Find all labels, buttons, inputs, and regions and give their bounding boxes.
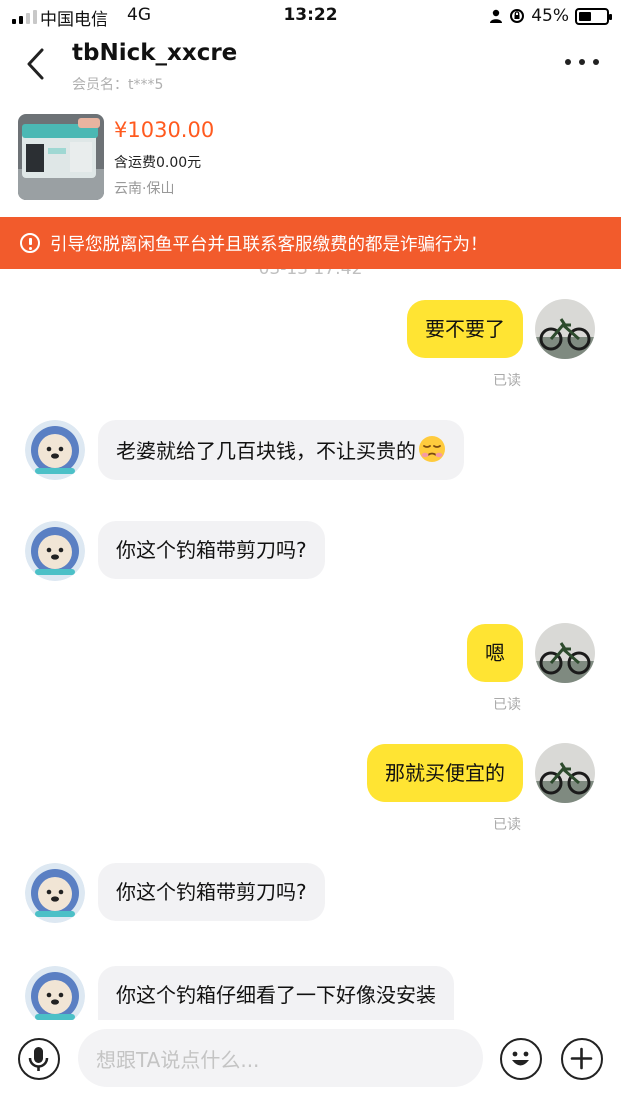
my-avatar[interactable] — [535, 743, 595, 803]
message-timestamp: 03-13 17:42 — [258, 269, 363, 279]
outgoing-message[interactable]: 要不要了 — [407, 300, 523, 358]
emoji-icon[interactable] — [500, 1038, 542, 1080]
contact-avatar[interactable] — [25, 966, 85, 1020]
outgoing-message[interactable]: 嗯 — [467, 624, 523, 682]
incoming-message[interactable]: 你这个钓箱仔细看了一下好像没安装 — [98, 966, 454, 1020]
product-thumbnail[interactable] — [18, 114, 104, 200]
status-bar: 中国电信 4G 13:22 45% — [0, 0, 621, 34]
person-icon — [490, 9, 503, 23]
contact-avatar[interactable] — [25, 420, 85, 480]
member-id: 会员名：t***5 — [72, 77, 164, 93]
product-location: 云南·保山 — [114, 181, 175, 197]
fraud-warning-banner: 引导您脱离闲鱼平台并且联系客服缴费的都是诈骗行为！ — [0, 217, 621, 269]
chat-messages[interactable]: 03-13 17:42 要不要了 已读 老婆就给了几百块钱，不让买贵的 你这个钓… — [0, 269, 621, 1020]
shipping-fee: 含运费0.00元 — [114, 155, 202, 171]
product-price: ¥1030.00 — [114, 118, 215, 142]
rotation-lock-icon — [510, 9, 525, 23]
my-avatar[interactable] — [535, 299, 595, 359]
chat-header: tbNick_xxcre 会员名：t***5 — [0, 34, 621, 100]
product-card[interactable]: ¥1030.00 含运费0.00元 云南·保山 — [0, 104, 621, 216]
pensive-face-icon — [419, 436, 445, 462]
my-avatar[interactable] — [535, 623, 595, 683]
message-input[interactable]: 想跟TA说点什么... — [78, 1029, 483, 1087]
contact-avatar[interactable] — [25, 863, 85, 923]
status-icons: 45% — [489, 6, 612, 26]
warning-text: 引导您脱离闲鱼平台并且联系客服缴费的都是诈骗行为！ — [50, 234, 488, 255]
incoming-message[interactable]: 老婆就给了几百块钱，不让买贵的 — [98, 420, 464, 480]
read-receipt: 已读 — [493, 817, 521, 833]
read-receipt: 已读 — [493, 373, 521, 389]
contact-avatar[interactable] — [25, 521, 85, 581]
outgoing-message[interactable]: 那就买便宜的 — [367, 744, 523, 802]
info-icon — [20, 233, 40, 253]
contact-name: tbNick_xxcre — [72, 40, 238, 66]
incoming-message[interactable]: 你这个钓箱带剪刀吗? — [98, 863, 325, 921]
voice-icon[interactable] — [18, 1038, 60, 1080]
battery-percent: 45% — [531, 6, 569, 26]
more-dots-icon[interactable] — [565, 52, 599, 72]
read-receipt: 已读 — [493, 697, 521, 713]
add-icon[interactable] — [561, 1038, 603, 1080]
incoming-message[interactable]: 你这个钓箱带剪刀吗? — [98, 521, 325, 579]
message-input-bar: 想跟TA说点什么... — [0, 1020, 621, 1104]
back-chevron-icon[interactable] — [22, 46, 52, 82]
battery-icon — [575, 7, 612, 25]
